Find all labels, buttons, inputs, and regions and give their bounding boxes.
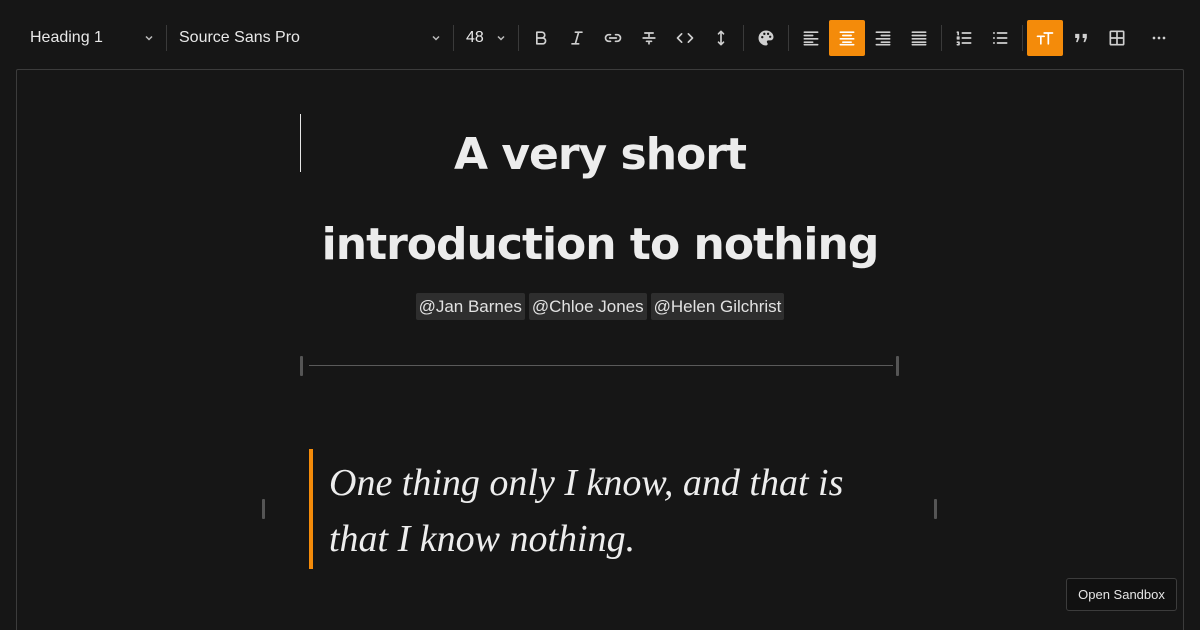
align-right-icon — [875, 31, 891, 46]
code-button[interactable] — [667, 20, 703, 56]
editor-toolbar: Heading 1 Source Sans Pro 48 — [0, 0, 1200, 76]
font-family-dropdown[interactable]: Source Sans Pro — [169, 20, 451, 56]
blockquote[interactable]: One thing only I know, and that is that … — [309, 449, 889, 569]
chevron-down-icon — [432, 35, 440, 41]
quote-button[interactable] — [1063, 20, 1099, 56]
open-sandbox-button[interactable]: Open Sandbox — [1066, 578, 1177, 611]
align-justify-button[interactable] — [901, 20, 937, 56]
link-button[interactable] — [595, 20, 631, 56]
palette-icon — [758, 30, 774, 46]
toolbar-divider — [743, 25, 744, 51]
italic-icon — [571, 31, 583, 45]
toolbar-divider — [788, 25, 789, 51]
resize-handle-right[interactable] — [896, 356, 899, 376]
align-left-icon — [803, 31, 819, 46]
align-right-button[interactable] — [865, 20, 901, 56]
line-height-button[interactable] — [703, 20, 739, 56]
mentions-row: @Jan Barnes @Chloe Jones @Helen Gilchris… — [300, 293, 900, 320]
toolbar-divider — [941, 25, 942, 51]
italic-button[interactable] — [559, 20, 595, 56]
mention-chip[interactable]: @Jan Barnes — [415, 293, 525, 320]
strikethrough-button[interactable] — [631, 20, 667, 56]
document-title[interactable]: A very short introduction to nothing — [300, 110, 900, 290]
ordered-list-icon — [956, 31, 972, 46]
font-family-value: Source Sans Pro — [179, 29, 300, 46]
bold-icon — [536, 31, 547, 45]
chevron-down-icon — [145, 35, 153, 41]
align-center-button[interactable] — [829, 20, 865, 56]
text-size-button[interactable] — [1027, 20, 1063, 56]
toolbar-divider — [166, 25, 167, 51]
bullet-list-button[interactable] — [982, 20, 1018, 56]
more-button[interactable] — [1141, 20, 1177, 56]
align-center-icon — [839, 31, 855, 46]
strikethrough-icon — [642, 32, 656, 45]
line-height-icon — [717, 30, 725, 46]
link-icon — [604, 33, 622, 43]
chevron-down-icon — [497, 35, 505, 41]
align-justify-icon — [911, 31, 927, 46]
resize-handle-right[interactable] — [934, 499, 937, 519]
more-icon — [1152, 36, 1166, 40]
code-icon — [676, 33, 694, 44]
block-style-value: Heading 1 — [30, 29, 103, 46]
color-button[interactable] — [748, 20, 784, 56]
resize-handle-left[interactable] — [300, 356, 303, 376]
text-size-icon — [1036, 32, 1054, 45]
mention-chip[interactable]: @Helen Gilchrist — [650, 293, 785, 320]
align-left-button[interactable] — [793, 20, 829, 56]
font-size-dropdown[interactable]: 48 — [456, 20, 516, 56]
toolbar-divider — [1022, 25, 1023, 51]
table-icon — [1109, 30, 1125, 46]
table-button[interactable] — [1099, 20, 1135, 56]
bullet-list-icon — [992, 32, 1008, 44]
font-size-value: 48 — [466, 29, 484, 46]
mention-chip[interactable]: @Chloe Jones — [528, 293, 647, 320]
quote-icon — [1075, 33, 1087, 43]
horizontal-rule — [309, 365, 893, 366]
bold-button[interactable] — [523, 20, 559, 56]
block-style-dropdown[interactable]: Heading 1 — [20, 20, 164, 56]
resize-handle-left[interactable] — [262, 499, 265, 519]
ordered-list-button[interactable] — [946, 20, 982, 56]
toolbar-divider — [453, 25, 454, 51]
toolbar-divider — [518, 25, 519, 51]
